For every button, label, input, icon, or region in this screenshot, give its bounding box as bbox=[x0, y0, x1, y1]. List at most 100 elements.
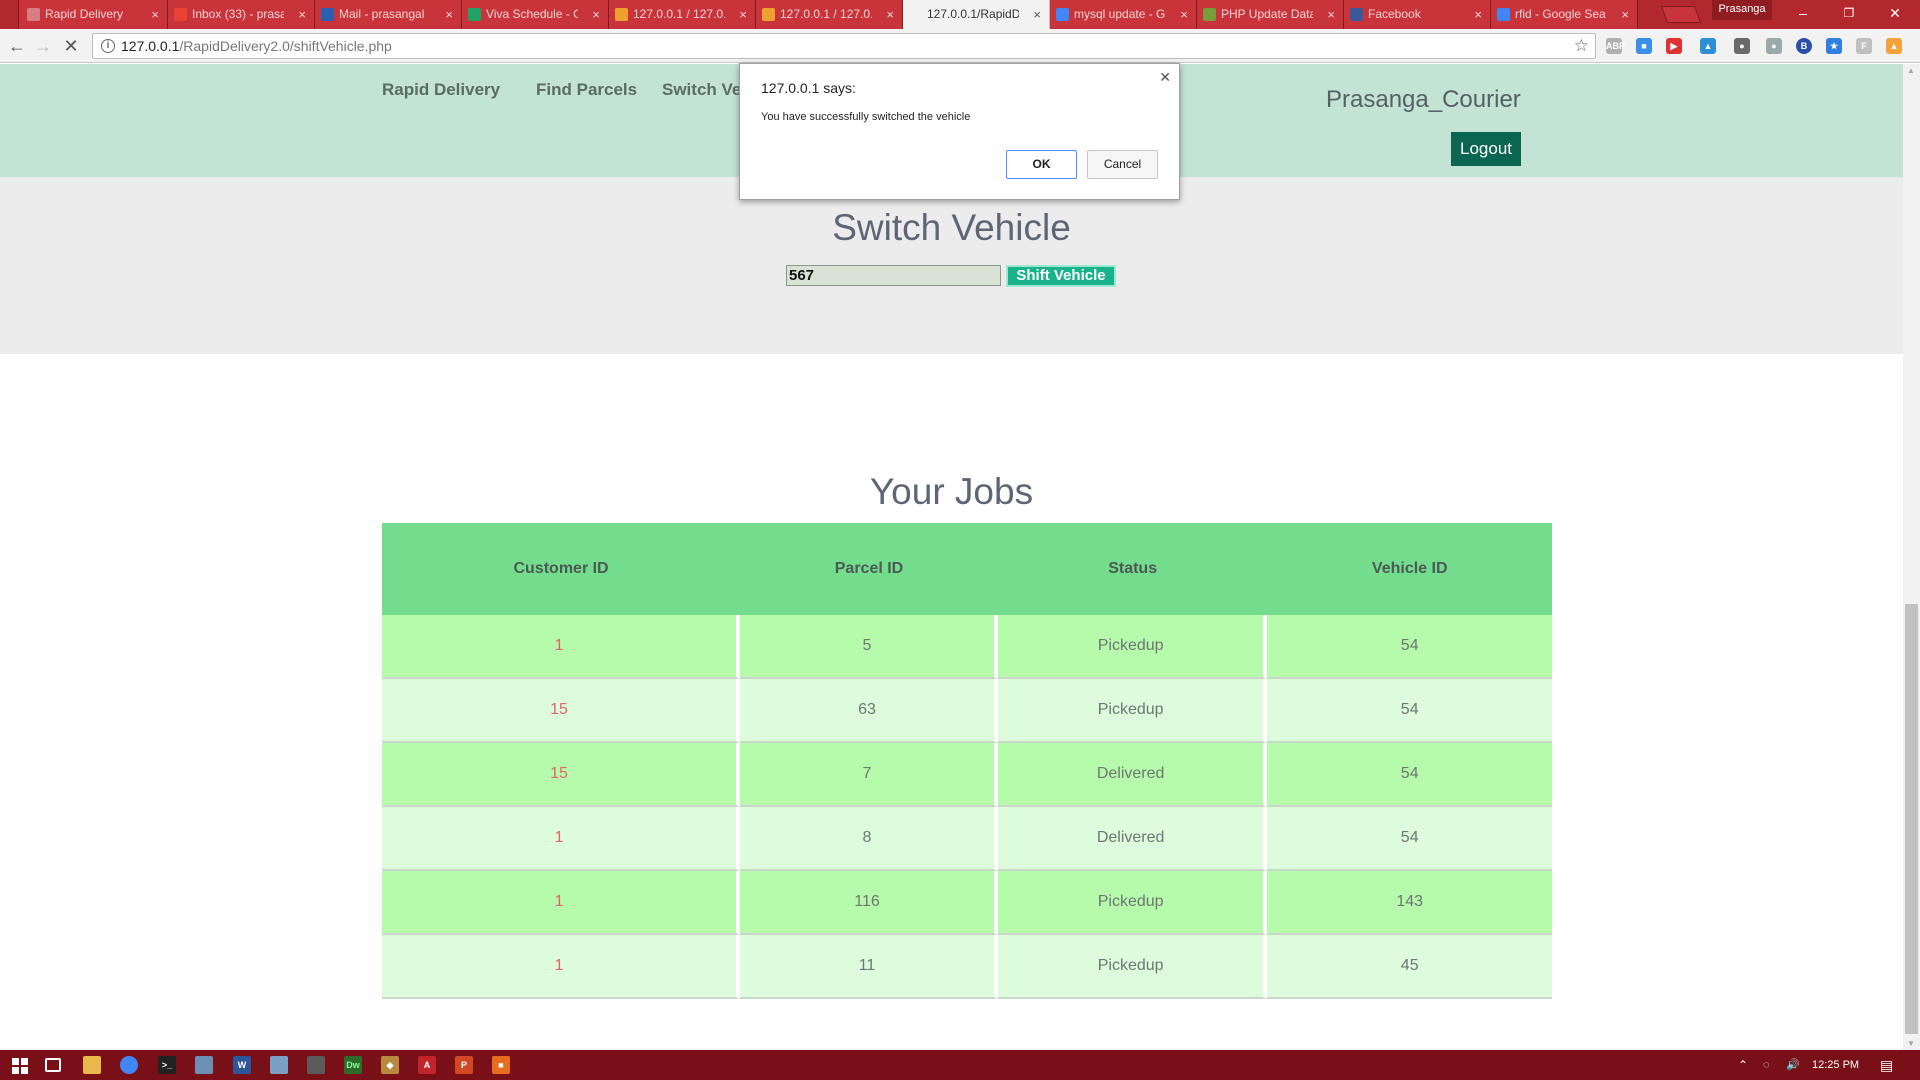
extension-icon[interactable]: ■ bbox=[1636, 38, 1652, 54]
cell-customer-id: 15 bbox=[382, 743, 741, 807]
browser-tab[interactable]: Mail - prasangal × bbox=[312, 0, 462, 29]
terminal-icon[interactable]: >_ bbox=[158, 1056, 176, 1074]
tab-close-icon[interactable]: × bbox=[151, 0, 159, 29]
extension-icon[interactable]: F bbox=[1856, 38, 1872, 54]
extension-icon[interactable]: ▲ bbox=[1700, 38, 1716, 54]
app-icon[interactable]: ◆ bbox=[381, 1056, 399, 1074]
tab-close-icon[interactable]: × bbox=[298, 0, 306, 29]
word-icon[interactable]: W bbox=[233, 1056, 251, 1074]
scrollbar-thumb[interactable] bbox=[1905, 604, 1918, 1034]
cell-status: Pickedup bbox=[997, 679, 1268, 743]
cell-status: Pickedup bbox=[997, 871, 1268, 935]
tab-close-icon[interactable]: × bbox=[445, 0, 453, 29]
back-icon[interactable]: ← bbox=[6, 35, 28, 57]
browser-tab[interactable]: 127.0.0.1 / 127.0. × bbox=[753, 0, 903, 29]
stop-loading-icon[interactable]: ✕ bbox=[60, 35, 82, 57]
taskbar-clock[interactable]: 12:25 PM bbox=[1812, 1050, 1859, 1080]
powerpoint-icon[interactable]: P bbox=[455, 1056, 473, 1074]
restore-button[interactable]: ❐ bbox=[1826, 0, 1872, 29]
page-scrollbar[interactable]: ▲ ▼ bbox=[1903, 64, 1920, 1050]
cell-customer-id: 1 bbox=[382, 935, 741, 999]
tab-close-icon[interactable]: × bbox=[1033, 0, 1041, 29]
nav-switch-vehicle[interactable]: Switch Vehicle bbox=[662, 80, 740, 100]
extension-icon[interactable]: ● bbox=[1766, 38, 1782, 54]
chrome-icon[interactable] bbox=[120, 1056, 138, 1074]
cell-vehicle-id: 54 bbox=[1267, 679, 1552, 743]
minimize-button[interactable]: – bbox=[1780, 0, 1826, 29]
scroll-down-icon[interactable]: ▼ bbox=[1907, 1039, 1915, 1048]
tab-close-icon[interactable]: × bbox=[1180, 0, 1188, 29]
url-path: /RapidDelivery2.0/shiftVehicle.php bbox=[179, 38, 392, 54]
browser-tab[interactable]: Facebook × bbox=[1341, 0, 1491, 29]
new-tab-button[interactable] bbox=[1660, 6, 1702, 23]
tab-title: Facebook bbox=[1368, 7, 1421, 21]
switch-vehicle-title: Switch Vehicle bbox=[832, 207, 1071, 248]
extension-icon[interactable]: ● bbox=[1734, 38, 1750, 54]
dialog-close-icon[interactable]: ✕ bbox=[1159, 69, 1171, 86]
cell-status: Pickedup bbox=[997, 615, 1268, 679]
tab-close-icon[interactable]: × bbox=[739, 0, 747, 29]
cell-parcel-id: 7 bbox=[740, 743, 998, 807]
tab-close-icon[interactable]: × bbox=[1474, 0, 1482, 29]
nav-rapid-delivery[interactable]: Rapid Delivery bbox=[382, 80, 500, 100]
tab-close-icon[interactable]: × bbox=[886, 0, 894, 29]
table-row: 1 11 Pickedup 45 bbox=[382, 935, 1552, 999]
tab-close-icon[interactable]: × bbox=[1621, 0, 1629, 29]
dialog-cancel-button[interactable]: Cancel bbox=[1087, 150, 1158, 179]
table-row: 1 8 Delivered 54 bbox=[382, 807, 1552, 871]
table-row: 1 116 Pickedup 143 bbox=[382, 871, 1552, 935]
table-header-row: Customer ID Parcel ID Status Vehicle ID bbox=[382, 523, 1552, 615]
browser-tab[interactable]: rfid - Google Sea × bbox=[1488, 0, 1638, 29]
extension-icon[interactable]: ★ bbox=[1826, 38, 1842, 54]
tab-title: 127.0.0.1 / 127.0. bbox=[780, 7, 872, 21]
extension-icon[interactable]: ▶ bbox=[1666, 38, 1682, 54]
tray-chevron-icon[interactable]: ⌃ bbox=[1738, 1050, 1748, 1080]
app-icon[interactable] bbox=[307, 1056, 325, 1074]
address-bar[interactable]: i 127.0.0.1/RapidDelivery2.0/shiftVehicl… bbox=[92, 33, 1596, 59]
header-vehicle-id: Vehicle ID bbox=[1267, 523, 1552, 615]
nav-find-parcels[interactable]: Find Parcels bbox=[536, 80, 637, 100]
alert-dialog: 127.0.0.1 says: ✕ You have successfully … bbox=[739, 63, 1180, 200]
extension-icon[interactable]: B bbox=[1796, 38, 1812, 54]
dialog-ok-button[interactable]: OK bbox=[1006, 150, 1077, 179]
notepad-icon[interactable] bbox=[195, 1056, 213, 1074]
windows-start-icon[interactable] bbox=[12, 1058, 28, 1074]
profile-button[interactable]: Prasanga bbox=[1712, 0, 1772, 20]
adblock-icon[interactable]: ABP bbox=[1606, 38, 1625, 54]
browser-tab[interactable]: mysql update - G × bbox=[1047, 0, 1197, 29]
jobs-title: Your Jobs bbox=[869, 471, 1034, 512]
site-info-icon[interactable]: i bbox=[101, 39, 115, 53]
windows-taskbar: >_ W Dw ◆ A P ■ ⌃ ◌ 🔊 12:25 PM ▤ bbox=[0, 1050, 1920, 1080]
cell-customer-id: 1 bbox=[382, 615, 741, 679]
browser-tab[interactable]: Rapid Delivery × bbox=[18, 0, 168, 29]
task-view-icon[interactable] bbox=[45, 1058, 61, 1072]
app-icon[interactable] bbox=[270, 1056, 288, 1074]
volume-icon[interactable]: 🔊 bbox=[1786, 1050, 1800, 1080]
browser-tab[interactable]: Viva Schedule - G × bbox=[459, 0, 609, 29]
extension-icon[interactable]: ▲ bbox=[1886, 38, 1902, 54]
file-explorer-icon[interactable] bbox=[83, 1056, 101, 1074]
network-icon[interactable]: ◌ bbox=[1763, 1050, 1770, 1080]
tab-title: 127.0.0.1 / 127.0. bbox=[633, 7, 725, 21]
notifications-icon[interactable]: ▤ bbox=[1880, 1050, 1893, 1080]
phpmyadmin-icon bbox=[615, 8, 628, 21]
app-icon[interactable]: ■ bbox=[492, 1056, 510, 1074]
dreamweaver-icon[interactable]: Dw bbox=[344, 1056, 362, 1074]
logout-button[interactable]: Logout bbox=[1451, 132, 1521, 166]
close-window-button[interactable]: ✕ bbox=[1872, 0, 1918, 29]
browser-tab[interactable]: 127.0.0.1 / 127.0. × bbox=[606, 0, 756, 29]
tab-close-icon[interactable]: × bbox=[592, 0, 600, 29]
bookmark-star-icon[interactable]: ☆ bbox=[1574, 34, 1589, 58]
acrobat-icon[interactable]: A bbox=[418, 1056, 436, 1074]
scroll-up-icon[interactable]: ▲ bbox=[1907, 66, 1915, 75]
shift-vehicle-button[interactable]: Shift Vehicle bbox=[1006, 265, 1116, 287]
vehicle-id-input[interactable] bbox=[786, 265, 1001, 286]
forward-icon[interactable]: → bbox=[32, 35, 54, 57]
dialog-message: You have successfully switched the vehic… bbox=[761, 111, 971, 123]
jobs-table: Customer ID Parcel ID Status Vehicle ID … bbox=[382, 523, 1552, 999]
browser-tab[interactable]: PHP Update Data × bbox=[1194, 0, 1344, 29]
tab-close-icon[interactable]: × bbox=[1327, 0, 1335, 29]
browser-tab[interactable]: Inbox (33) - prasa × bbox=[165, 0, 315, 29]
tab-title: PHP Update Data bbox=[1221, 7, 1313, 21]
browser-tab[interactable]: 127.0.0.1/RapidD × bbox=[900, 0, 1050, 29]
